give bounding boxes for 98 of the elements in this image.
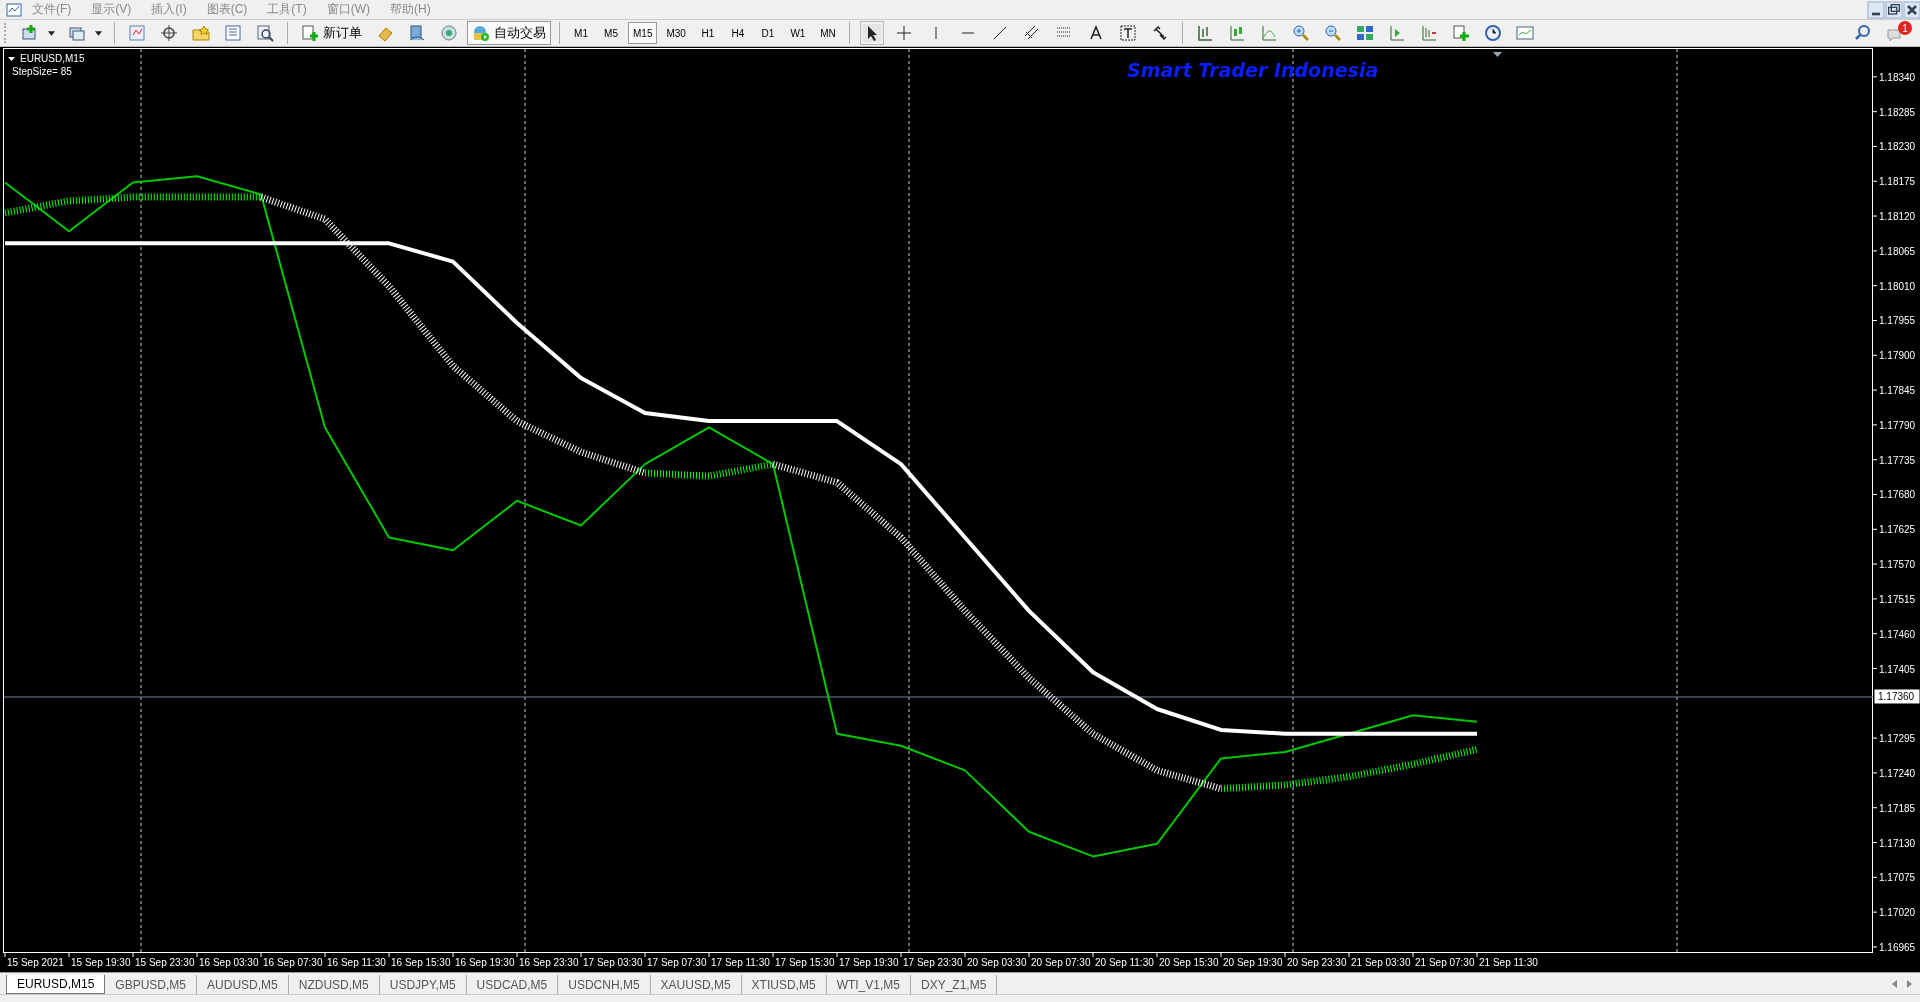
- price-axis-label: 1.18065: [1879, 245, 1916, 257]
- tile-windows-icon[interactable]: [1355, 24, 1374, 43]
- crosshair-icon[interactable]: [160, 24, 178, 43]
- timeframe-button[interactable]: D1: [754, 22, 781, 45]
- text-label-icon[interactable]: [1118, 24, 1137, 43]
- timeframe-button[interactable]: M30: [661, 22, 691, 45]
- scroll-left-icon[interactable]: [1892, 980, 1898, 989]
- star-folder-icon[interactable]: [192, 24, 210, 43]
- time-axis-label: 16 Sep 15:30: [391, 956, 451, 968]
- price-axis-label: 1.17625: [1879, 524, 1916, 536]
- ref-line-label: 1.17360: [1878, 691, 1915, 703]
- price-axis-label: 1.17185: [1879, 802, 1916, 814]
- price-axis-label: 1.16965: [1879, 941, 1916, 953]
- price-axis-label: 1.17570: [1879, 558, 1916, 570]
- time-axis-label: 20 Sep 23:30: [1287, 956, 1347, 968]
- price-axis-label: 1.17680: [1879, 489, 1916, 501]
- time-axis-label: 17 Sep 07:30: [647, 956, 707, 968]
- time-axis-label: 15 Sep 2021: [7, 956, 64, 968]
- timeframe-button[interactable]: MN: [814, 22, 841, 45]
- timeframe-button[interactable]: M5: [598, 22, 624, 45]
- price-axis-label: 1.17515: [1879, 593, 1916, 605]
- price-axis-label: 1.17020: [1879, 906, 1916, 918]
- price-axis-label: 1.17295: [1879, 732, 1916, 744]
- indicator-label: StepSize= 85: [12, 65, 72, 77]
- time-axis-label: 16 Sep 03:30: [199, 956, 259, 968]
- price-axis-label: 1.17790: [1879, 419, 1916, 431]
- time-axis-label: 17 Sep 11:30: [711, 956, 770, 968]
- price-axis-label: 1.17405: [1879, 663, 1916, 675]
- indicators-icon[interactable]: [1451, 24, 1470, 43]
- new-chart-icon[interactable]: [21, 24, 39, 43]
- market-watch-icon[interactable]: [128, 24, 146, 43]
- price-axis-label: 1.17900: [1879, 350, 1916, 362]
- time-axis-label: 20 Sep 19:30: [1223, 956, 1283, 968]
- price-axis-label: 1.17955: [1879, 315, 1916, 327]
- minimize-icon[interactable]: [1868, 1, 1884, 18]
- time-axis-label: 15 Sep 19:30: [71, 956, 131, 968]
- price-axis-label: 1.18285: [1879, 106, 1916, 118]
- time-axis-label: 21 Sep 03:30: [1351, 956, 1411, 968]
- cursor-icon[interactable]: [862, 24, 881, 43]
- chart-symbol-label: EURUSD,M15: [20, 52, 85, 64]
- chart-shift-marker[interactable]: [1493, 51, 1502, 57]
- price-axis-label: 1.18120: [1879, 210, 1916, 222]
- price-axis-label: 1.17460: [1879, 628, 1916, 640]
- notification-badge: 1: [1898, 21, 1912, 36]
- zoom-out-icon[interactable]: [1323, 24, 1342, 43]
- profiles-icon[interactable]: [68, 24, 86, 43]
- line-chart-icon[interactable]: [1259, 24, 1278, 43]
- price-axis-label: 1.18230: [1879, 141, 1916, 153]
- price-axis-label: 1.17735: [1879, 454, 1916, 466]
- chart-overlay-text: Smart Trader Indonesia: [1127, 58, 1379, 81]
- price-axis-label: 1.17075: [1879, 872, 1916, 884]
- timeframe-button[interactable]: H1: [694, 22, 721, 45]
- time-axis-label: 20 Sep 07:30: [1031, 956, 1091, 968]
- caret-icon[interactable]: [48, 30, 55, 36]
- auto-trading-button[interactable]: 自动交易: [467, 21, 551, 46]
- templates-icon[interactable]: [1515, 24, 1534, 43]
- time-axis-label: 16 Sep 19:30: [455, 956, 515, 968]
- time-axis-label: 20 Sep 15:30: [1159, 956, 1219, 968]
- autoscroll-icon[interactable]: [1387, 24, 1406, 43]
- caret-icon[interactable]: [95, 30, 102, 36]
- time-axis-label: 17 Sep 03:30: [583, 956, 643, 968]
- time-axis-label: 16 Sep 07:30: [263, 956, 323, 968]
- time-axis-label: 17 Sep 19:30: [839, 956, 899, 968]
- price-axis-label: 1.18010: [1879, 280, 1916, 292]
- timeframe-button[interactable]: M15: [628, 22, 658, 45]
- time-axis-label: 21 Sep 11:30: [1479, 956, 1538, 968]
- time-axis-label: 20 Sep 11:30: [1095, 956, 1154, 968]
- timeframe-button[interactable]: W1: [784, 22, 811, 45]
- time-axis-label: 15 Sep 23:30: [135, 956, 195, 968]
- time-axis-label: 20 Sep 03:30: [967, 956, 1027, 968]
- candles-icon[interactable]: [1227, 24, 1246, 43]
- price-axis-label: 1.18340: [1879, 71, 1916, 83]
- time-axis-label: 17 Sep 15:30: [775, 956, 835, 968]
- collapse-triangle-icon[interactable]: [8, 56, 15, 61]
- timeframe-button[interactable]: H4: [724, 22, 751, 45]
- price-axis-label: 1.17240: [1879, 767, 1916, 779]
- zoom-in-icon[interactable]: [1291, 24, 1310, 43]
- tester-icon[interactable]: [256, 24, 274, 43]
- chart-tab[interactable]: EURUSD,M15: [6, 975, 106, 995]
- time-axis-label: 17 Sep 23:30: [903, 956, 963, 968]
- price-axis-label: 1.17130: [1879, 837, 1916, 849]
- chart-shift-icon[interactable]: [1419, 24, 1438, 43]
- time-axis-label: 16 Sep 11:30: [327, 956, 386, 968]
- close-icon[interactable]: [1904, 1, 1920, 18]
- current-price-label: 1.17360: [1874, 689, 1920, 704]
- time-axis-label: 21 Sep 07:30: [1415, 956, 1475, 968]
- new-order-button[interactable]: 新订单: [296, 21, 367, 46]
- time-axis-label: 16 Sep 23:30: [519, 956, 579, 968]
- clock-icon[interactable]: [1483, 24, 1502, 43]
- bar-chart-icon[interactable]: [1195, 24, 1214, 43]
- timeframe-button[interactable]: M1: [568, 22, 594, 45]
- app-icon: [6, 1, 22, 18]
- price-axis-label: 1.18175: [1879, 176, 1916, 188]
- new-order-icon: [301, 24, 319, 43]
- scroll-right-icon[interactable]: [1906, 980, 1912, 989]
- auto-trading-icon: [472, 24, 490, 43]
- price-axis-label: 1.17845: [1879, 384, 1916, 396]
- restore-icon[interactable]: [1886, 1, 1902, 18]
